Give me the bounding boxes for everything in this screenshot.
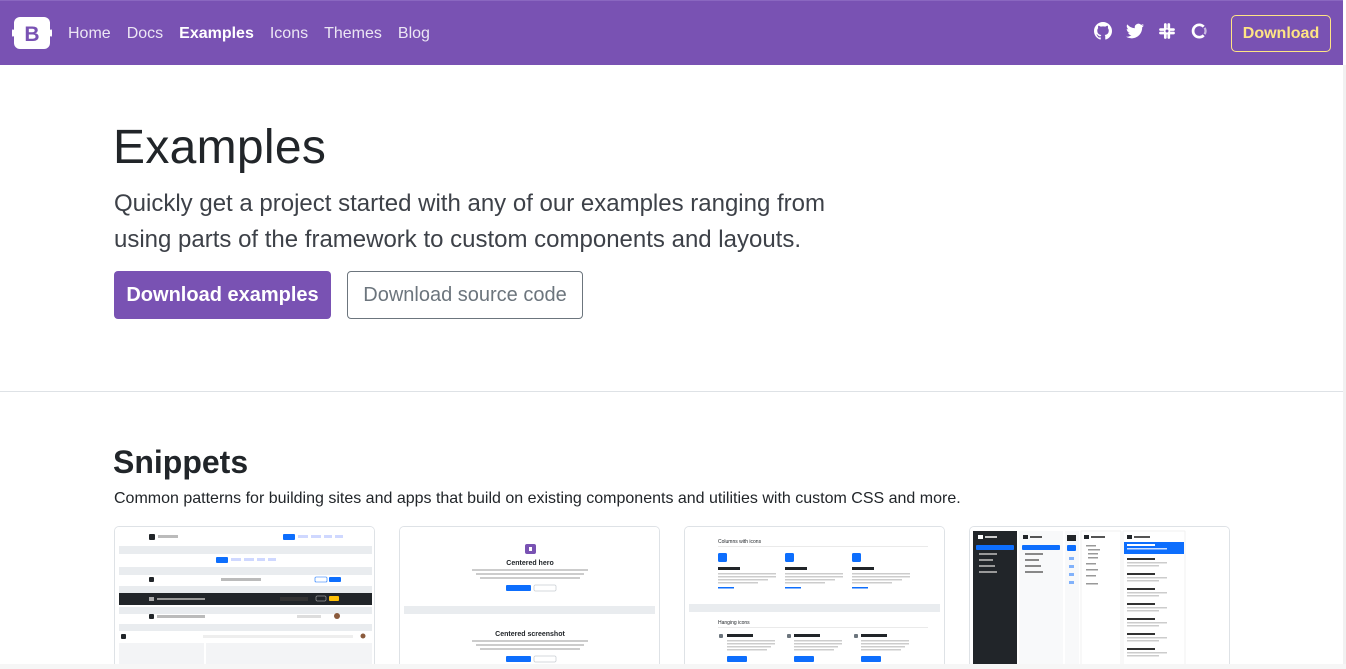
heroes-thumbnail: Centered hero Centered screenshot <box>400 527 659 669</box>
top-navbar: B Home Docs Examples Icons Themes Blog D… <box>0 0 1343 65</box>
slack-icon[interactable] <box>1158 22 1176 40</box>
twitter-icon[interactable] <box>1126 22 1144 40</box>
nav-examples[interactable]: Examples <box>179 25 254 43</box>
github-icon[interactable] <box>1094 22 1112 40</box>
headers-card[interactable] <box>114 526 375 669</box>
centered-screenshot-label: Centered screenshot <box>495 631 565 638</box>
social-links <box>1094 22 1208 40</box>
snippets-description: Common patterns for building sites and a… <box>114 490 961 507</box>
nav-home[interactable]: Home <box>68 25 111 43</box>
sidebars-thumbnail <box>970 527 1229 669</box>
nav-blog[interactable]: Blog <box>398 25 430 43</box>
window-bottom-edge <box>0 664 1346 669</box>
features-thumbnail: Columns with icons Hanging icons <box>685 527 944 669</box>
download-examples-button[interactable]: Download examples <box>114 271 331 319</box>
centered-hero-label: Centered hero <box>506 560 553 567</box>
nav-docs[interactable]: Docs <box>127 25 163 43</box>
snippets-heading: Snippets <box>113 444 249 480</box>
hanging-icons-label: Hanging icons <box>718 620 750 626</box>
download-source-code-button[interactable]: Download source code <box>347 271 583 319</box>
brand-letter: B <box>24 23 39 46</box>
main-nav: Home Docs Examples Icons Themes Blog <box>68 1 446 66</box>
section-divider <box>0 391 1343 392</box>
sidebars-card[interactable] <box>969 526 1230 669</box>
columns-with-icons-label: Columns with icons <box>718 539 762 545</box>
heroes-card[interactable]: Centered hero Centered screenshot <box>399 526 660 669</box>
headers-thumbnail <box>115 527 374 669</box>
opencollective-icon[interactable] <box>1190 22 1208 40</box>
download-button[interactable]: Download <box>1231 15 1331 52</box>
features-card[interactable]: Columns with icons Hanging icons <box>684 526 945 669</box>
nav-icons[interactable]: Icons <box>270 25 308 43</box>
page-title: Examples <box>113 121 327 174</box>
bootstrap-logo[interactable]: B <box>11 16 53 50</box>
nav-themes[interactable]: Themes <box>324 25 382 43</box>
page-lead: Quickly get a project started with any o… <box>114 190 825 253</box>
